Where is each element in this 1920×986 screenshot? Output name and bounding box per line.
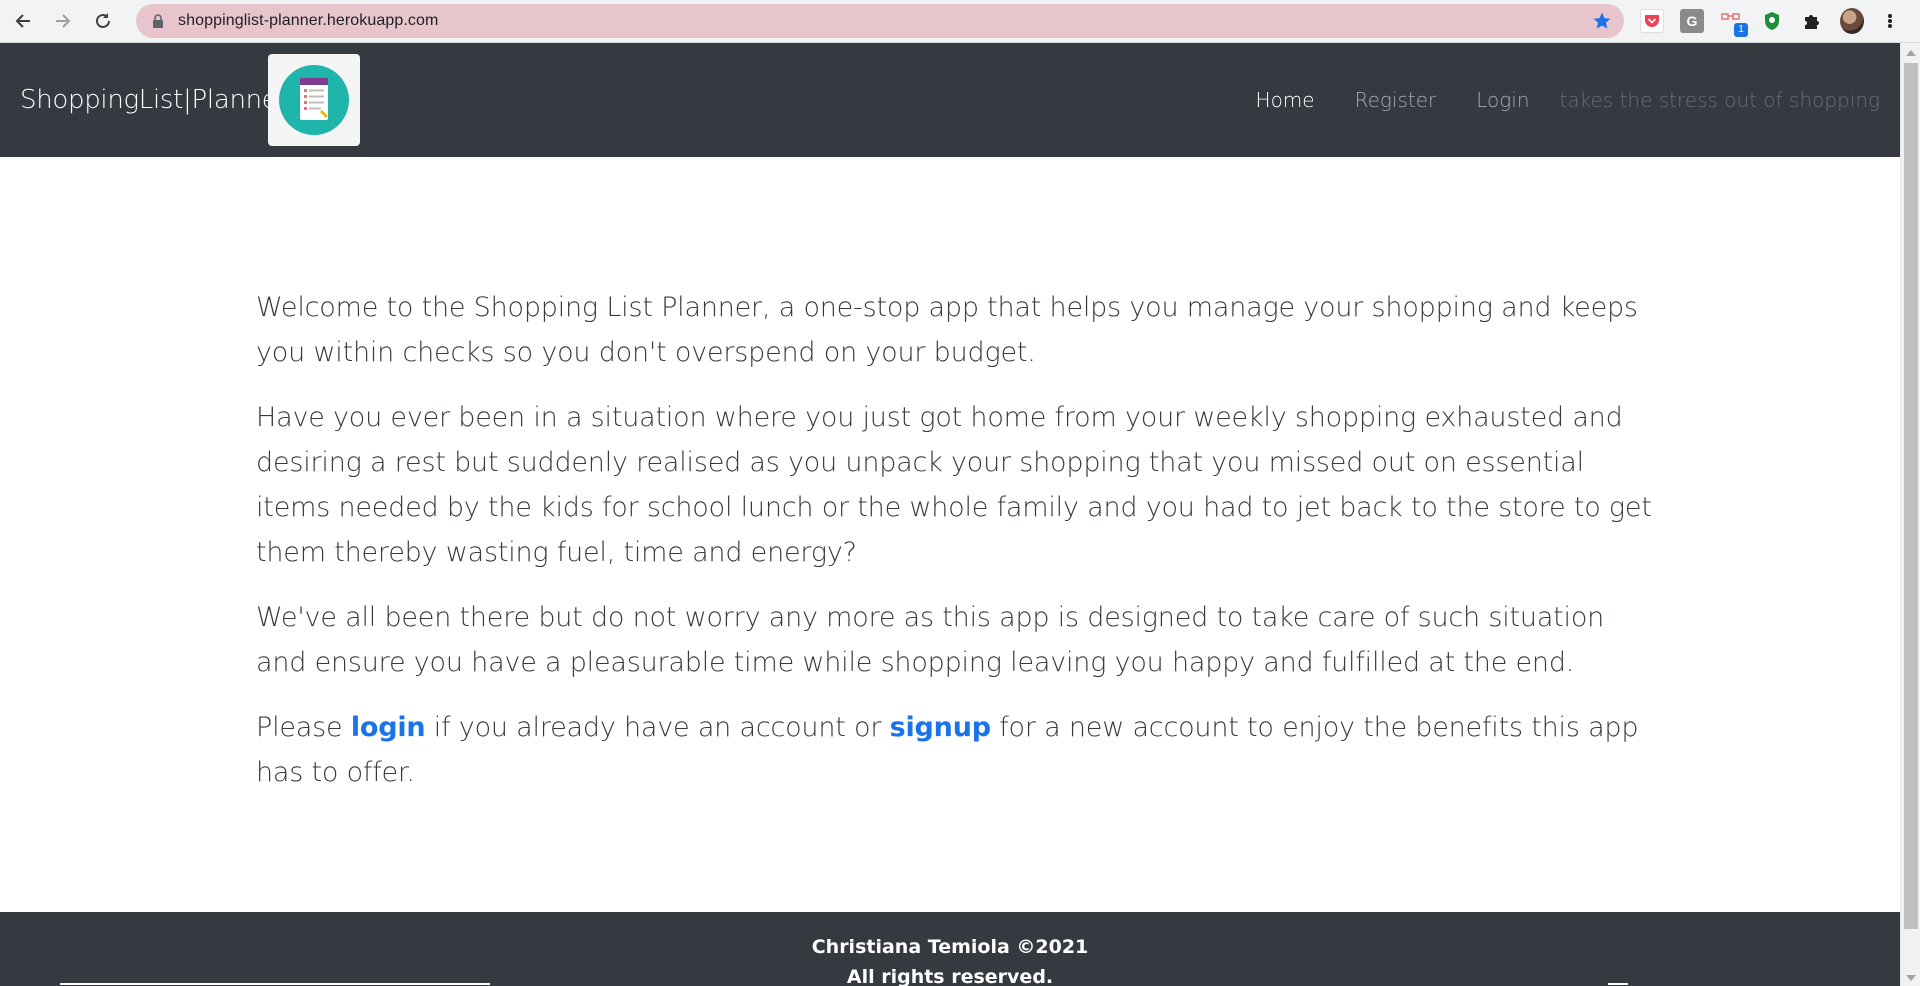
bookmark-star-icon[interactable] [1592, 11, 1612, 31]
back-arrow-icon [15, 14, 30, 28]
profile-avatar[interactable] [1840, 8, 1864, 34]
nav-home-link[interactable]: Home [1256, 88, 1315, 112]
call-to-action-paragraph: Please login if you already have an acco… [256, 705, 1656, 795]
browser-menu-icon[interactable] [1880, 9, 1900, 33]
welcome-content: Welcome to the Shopping List Planner, a … [256, 285, 1656, 815]
footer-copyright: Christiana Temiola ©2021 [811, 936, 1089, 958]
reload-button[interactable] [86, 4, 120, 38]
cta-middle: if you already have an account or [425, 712, 890, 743]
site-footer: Christiana Temiola ©2021 All rights rese… [0, 912, 1900, 986]
extension-badge: 1 [1734, 23, 1748, 37]
shield-extension-icon[interactable] [1760, 9, 1784, 33]
footer-divider [60, 983, 490, 985]
signup-link[interactable]: signup [890, 712, 991, 743]
scroll-down-arrow-icon[interactable] [1906, 975, 1916, 981]
lock-icon[interactable] [150, 13, 166, 29]
browser-toolbar: shoppinglist-planner.herokuapp.com G 1 [0, 0, 1920, 43]
page-scrollbar[interactable] [1900, 43, 1920, 986]
brand-link[interactable]: ShoppingList|Planner [20, 85, 288, 115]
network-extension-icon[interactable]: 1 [1720, 9, 1748, 37]
nav-links: Home Register Login takes the stress out… [1216, 43, 1880, 157]
pocket-extension-icon[interactable] [1640, 9, 1664, 33]
nav-register-link[interactable]: Register [1355, 88, 1437, 112]
reload-icon [96, 13, 110, 28]
logo[interactable] [268, 54, 360, 146]
shopping-list-logo-icon [279, 65, 349, 135]
extensions-puzzle-icon[interactable] [1800, 9, 1824, 33]
back-button[interactable] [6, 4, 40, 38]
address-bar[interactable]: shoppinglist-planner.herokuapp.com [136, 4, 1624, 38]
nav-login-link[interactable]: Login [1476, 88, 1529, 112]
avatar-image [1840, 8, 1864, 34]
nav-tagline: takes the stress out of shopping [1559, 88, 1880, 112]
footer-divider [1608, 983, 1628, 985]
url-text[interactable]: shoppinglist-planner.herokuapp.com [178, 12, 438, 30]
problem-paragraph: Have you ever been in a situation where … [256, 402, 1652, 568]
reassurance-paragraph: We've all been there but do not worry an… [256, 602, 1605, 678]
forward-arrow-icon [56, 14, 71, 28]
extensions-area: G 1 [1640, 4, 1900, 38]
grammar-extension-icon[interactable]: G [1680, 9, 1704, 33]
scroll-up-arrow-icon[interactable] [1906, 50, 1916, 56]
forward-button[interactable] [46, 4, 80, 38]
welcome-paragraph: Welcome to the Shopping List Planner, a … [256, 292, 1638, 368]
login-link[interactable]: login [351, 712, 426, 743]
scroll-thumb[interactable] [1904, 63, 1918, 929]
site-navbar: ShoppingList|Planner Home Register Login… [0, 43, 1900, 157]
cta-prefix: Please [256, 712, 351, 743]
